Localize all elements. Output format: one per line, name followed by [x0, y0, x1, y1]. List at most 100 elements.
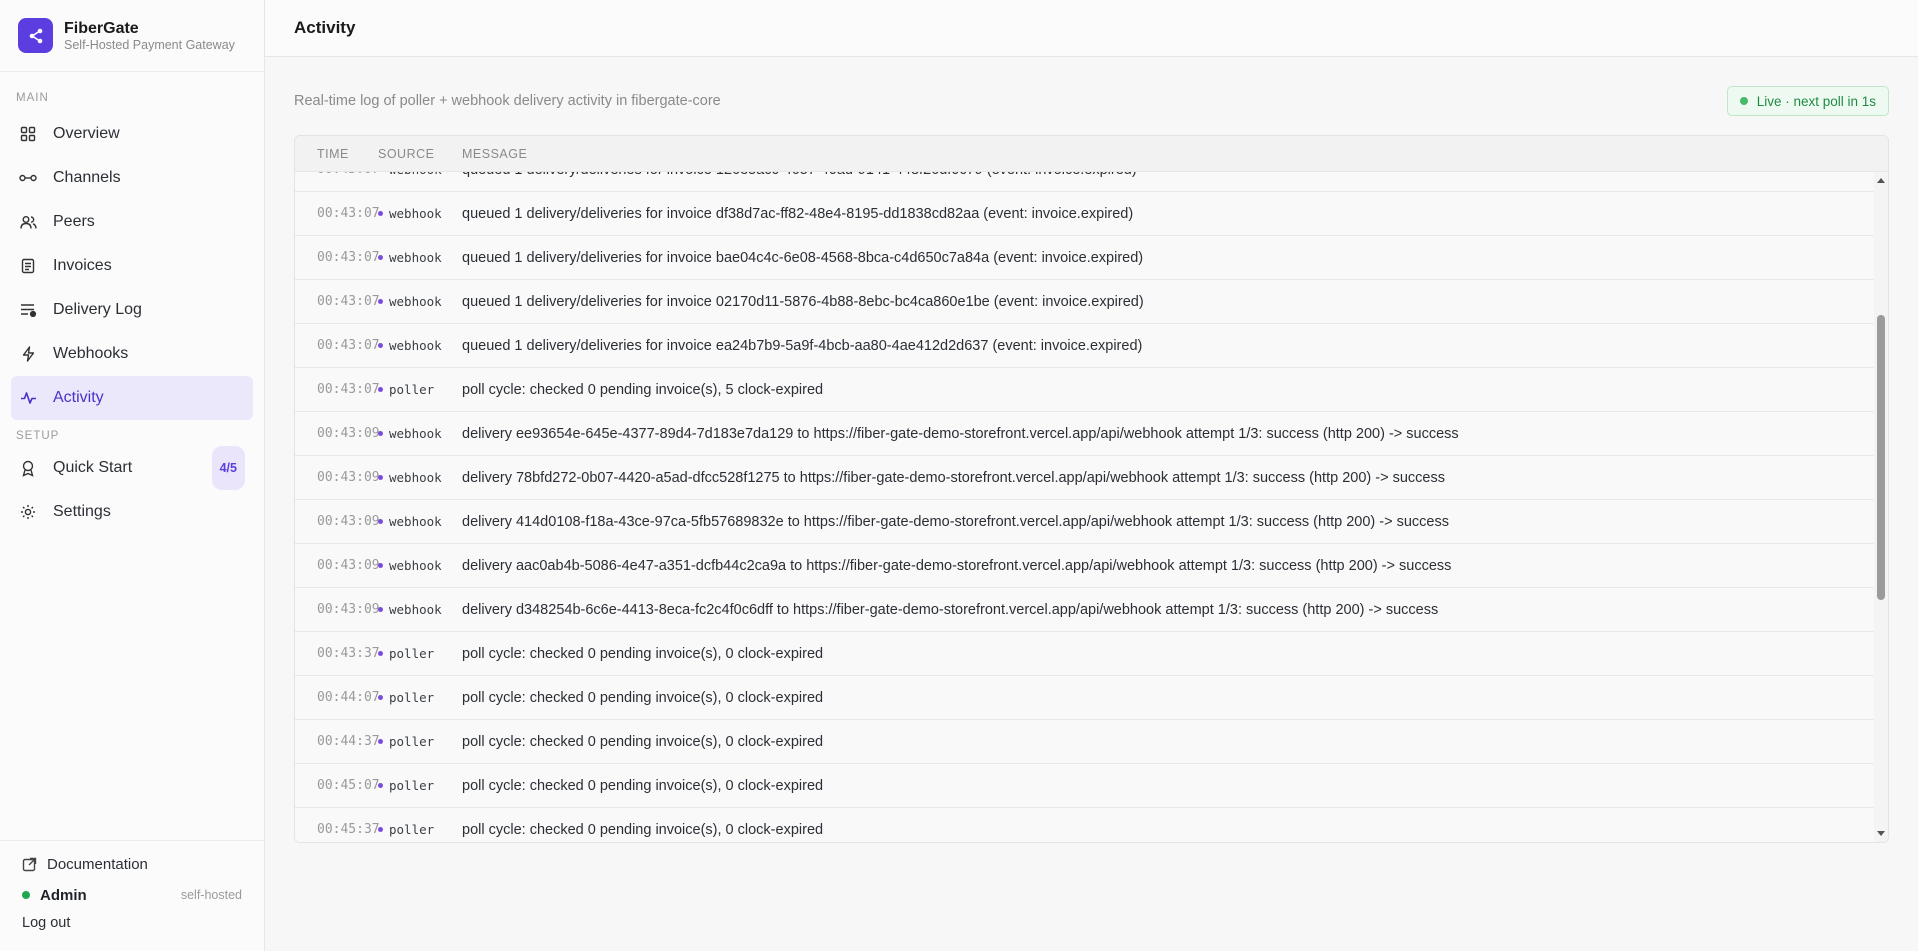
table-rows: 00:43:07 webhook queued 1 delivery/deliver… — [295, 172, 1874, 842]
row-source: webhook — [378, 338, 462, 353]
brand-tagline: Self-Hosted Payment Gateway — [64, 37, 235, 52]
share-icon — [18, 18, 53, 53]
main: Activity Real-time log of poller + webho… — [265, 0, 1918, 951]
table-row: 00:43:07 webhook queued 1 delivery/deliver… — [295, 280, 1874, 324]
brand: FiberGate Self-Hosted Payment Gateway — [0, 0, 264, 72]
scroll-up-icon[interactable] — [1877, 178, 1885, 183]
row-time: 00:44:07 — [317, 690, 380, 705]
row-message: delivery ee93654e-645e-4377-89d4-7d183e7… — [462, 425, 1459, 442]
content: Real-time log of poller + webhook delive… — [265, 57, 1918, 843]
row-time: 00:43:37 — [317, 646, 380, 661]
subheader: Real-time log of poller + webhook delive… — [294, 67, 1889, 135]
nav-section-setup: SETUP — [16, 430, 60, 442]
row-source: poller — [378, 778, 462, 793]
table-row: 00:44:07 poller poll cycle: checked 0 pend… — [295, 676, 1874, 720]
row-message: delivery 414d0108-f18a-43ce-97ca-5fb5768… — [462, 513, 1449, 530]
row-source-label: poller — [389, 382, 435, 397]
sidebar-item-invoices[interactable]: Invoices — [11, 244, 253, 288]
row-source: poller — [378, 382, 462, 397]
page-subtitle: Real-time log of poller + webhook delive… — [294, 93, 721, 109]
list-icon — [19, 301, 37, 319]
sidebar-item-webhooks[interactable]: Webhooks — [11, 332, 253, 376]
row-source-label: webhook — [389, 470, 442, 485]
sidebar-item-label: Activity — [53, 389, 104, 406]
sidebar-item-label: Channels — [53, 169, 121, 186]
source-dot-icon — [378, 475, 383, 480]
row-source-label: webhook — [389, 250, 442, 265]
row-source: webhook — [378, 470, 462, 485]
sidebar-item-channels[interactable]: Channels — [11, 156, 253, 200]
row-source-label: poller — [389, 734, 435, 749]
sidebar-item-quick-start[interactable]: Quick Start 4/5 — [11, 446, 253, 490]
row-source-label: webhook — [389, 338, 442, 353]
table-row: 00:43:09 webhook delivery ee93654e-645e-43… — [295, 412, 1874, 456]
sidebar-item-overview[interactable]: Overview — [11, 112, 253, 156]
row-message: queued 1 delivery/deliveries for invoice… — [462, 172, 1874, 178]
row-time: 00:43:07 — [317, 206, 380, 221]
sidebar-item-label: Peers — [53, 213, 95, 230]
row-message: delivery d348254b-6c6e-4413-8eca-fc2c4f0… — [462, 601, 1439, 618]
row-time: 00:44:37 — [317, 734, 380, 749]
scroll-down-icon[interactable] — [1877, 831, 1885, 836]
table-row: 00:45:37 poller poll cycle: checked 0 pend… — [295, 808, 1874, 842]
row-source: webhook — [378, 172, 462, 177]
row-message: delivery 78bfd272-0b07-4420-a5ad-dfcc528… — [462, 469, 1445, 486]
rocket-icon — [19, 459, 37, 477]
table-row: 00:43:09 webhook delivery d348254b-6c6e-44… — [295, 588, 1874, 632]
topbar: Activity — [265, 0, 1918, 57]
row-time: 00:43:07 — [317, 338, 380, 353]
sidebar-item-activity[interactable]: Activity — [11, 376, 253, 420]
row-message: poll cycle: checked 0 pending invoice(s)… — [462, 645, 824, 662]
row-message: poll cycle: checked 0 pending invoice(s)… — [462, 381, 824, 398]
row-source-label: webhook — [389, 206, 442, 221]
admin-name: Admin — [40, 886, 87, 904]
source-dot-icon — [378, 695, 383, 700]
table-row: 00:43:07 poller poll cycle: checked 0 pend… — [295, 368, 1874, 412]
documentation-link[interactable]: Documentation — [22, 853, 242, 875]
source-dot-icon — [378, 299, 383, 304]
table-row: 00:43:07 webhook queued 1 delivery/deliver… — [295, 192, 1874, 236]
row-time: 00:43:09 — [317, 470, 380, 485]
row-source-label: poller — [389, 690, 435, 705]
source-dot-icon — [378, 255, 383, 260]
table-row: 00:43:09 webhook delivery aac0ab4b-5086-4e… — [295, 544, 1874, 588]
row-source-label: webhook — [389, 602, 442, 617]
sidebar-item-delivery-log[interactable]: Delivery Log — [11, 288, 253, 332]
row-source: poller — [378, 734, 462, 749]
gear-icon — [19, 503, 37, 521]
row-message: poll cycle: checked 0 pending invoice(s)… — [462, 777, 824, 794]
documentation-label: Documentation — [47, 855, 148, 873]
logout-button[interactable]: Log out — [22, 915, 242, 933]
table-scrollbar[interactable] — [1874, 172, 1888, 842]
main-nav: Overview Channels Peers Invoices Deliver… — [0, 112, 264, 420]
row-time: 00:43:07 — [317, 294, 380, 309]
live-status-text: Live · next poll in 1s — [1756, 93, 1876, 109]
activity-table: TIME SOURCE MESSAGE 00:43:07 webhook queue… — [294, 135, 1889, 843]
row-time: 00:43:09 — [317, 558, 380, 573]
row-message: poll cycle: checked 0 pending invoice(s)… — [462, 821, 824, 838]
online-status-icon — [22, 891, 30, 899]
users-icon — [19, 213, 37, 231]
external-link-icon — [22, 857, 37, 872]
nav-section-main: MAIN — [16, 92, 49, 104]
live-status-badge: Live · next poll in 1s — [1726, 86, 1889, 116]
scrollbar-thumb[interactable] — [1877, 315, 1885, 600]
table-body[interactable]: 00:43:07 webhook queued 1 delivery/deliver… — [295, 172, 1874, 842]
row-source: webhook — [378, 250, 462, 265]
admin-row: Admin self-hosted — [22, 885, 242, 905]
table-row: 00:43:09 webhook delivery 414d0108-f18a-43… — [295, 500, 1874, 544]
row-time: 00:43:09 — [317, 514, 380, 529]
table-row: 00:43:37 poller poll cycle: checked 0 pend… — [295, 632, 1874, 676]
sidebar-item-settings[interactable]: Settings — [11, 490, 253, 534]
sidebar-item-label: Overview — [53, 125, 120, 142]
sidebar: FiberGate Self-Hosted Payment Gateway MA… — [0, 0, 265, 951]
row-message: queued 1 delivery/deliveries for invoice… — [462, 205, 1134, 222]
row-source-label: webhook — [389, 514, 442, 529]
source-dot-icon — [378, 343, 383, 348]
row-source: webhook — [378, 206, 462, 221]
sidebar-item-peers[interactable]: Peers — [11, 200, 253, 244]
row-source: webhook — [378, 602, 462, 617]
row-source: webhook — [378, 426, 462, 441]
table-row: 00:43:09 webhook delivery 78bfd272-0b07-44… — [295, 456, 1874, 500]
row-time: 00:43:09 — [317, 426, 380, 441]
